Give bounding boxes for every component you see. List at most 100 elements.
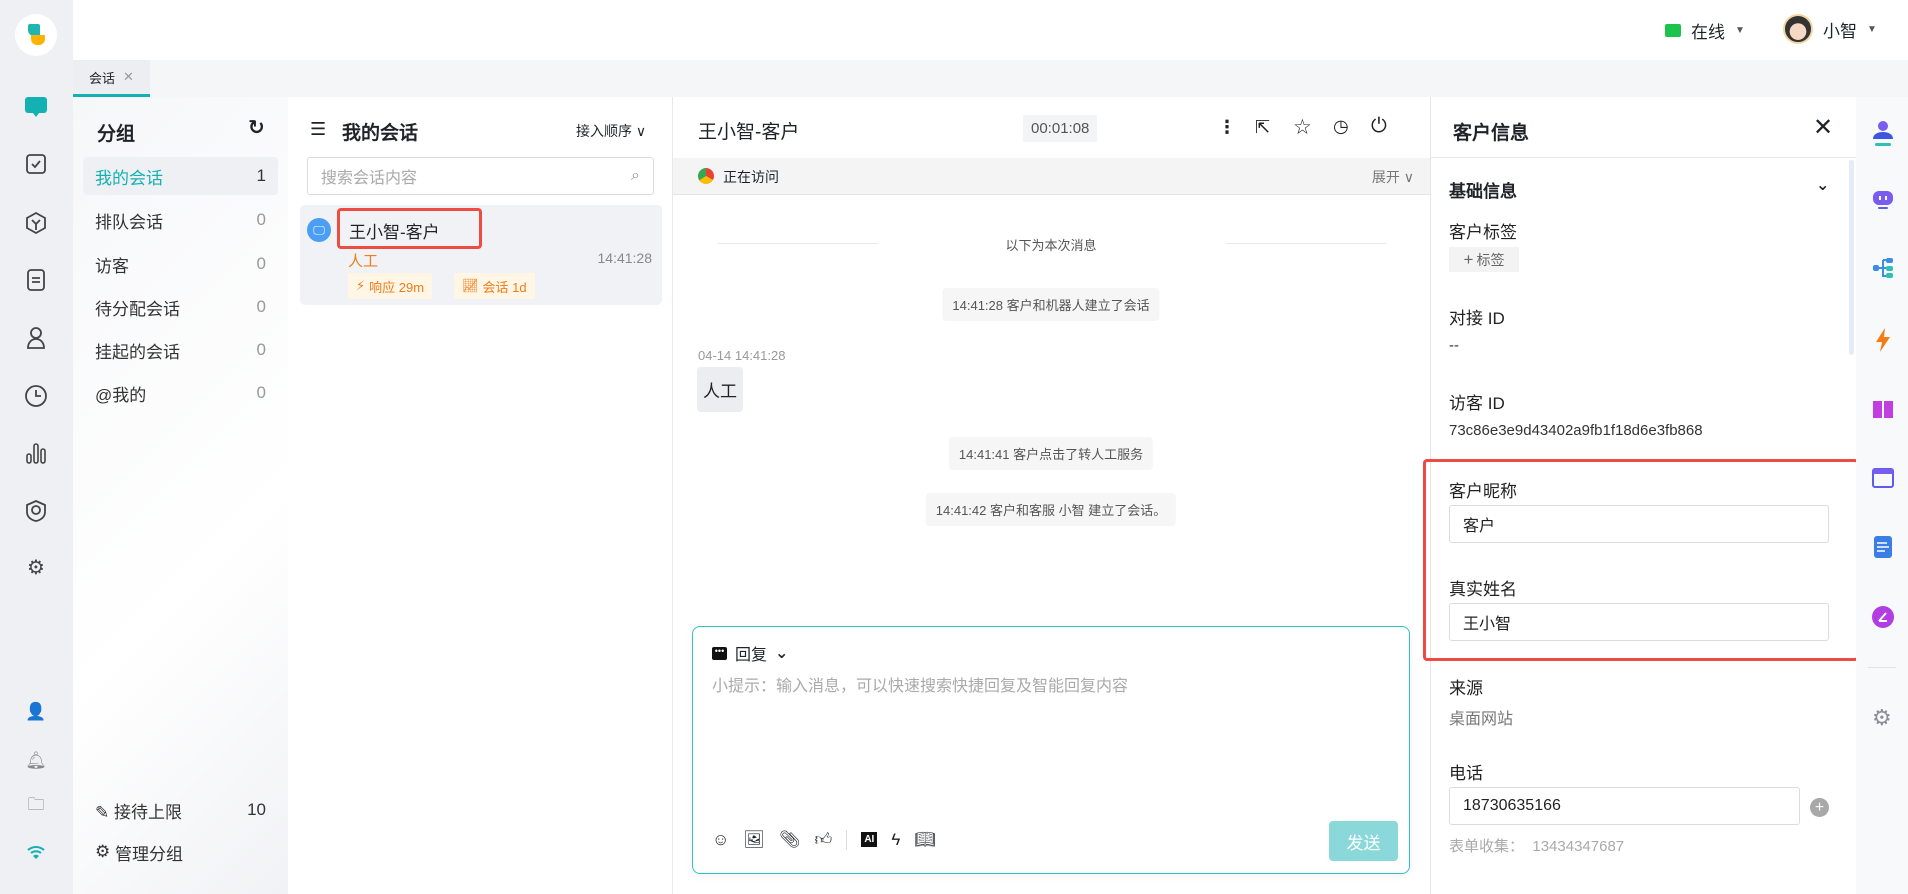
group-item-queue[interactable]: 排队会话 0 [83,201,278,239]
conversation-item[interactable]: 🖵 王小智-客户 人工 14:41:28 ⚡ 响应 29m 📈︎ 会话 1d [300,205,662,305]
knowledge-book-icon[interactable] [1872,399,1894,423]
collapse-list-icon[interactable]: ☰ [310,119,326,140]
system-message: 14:41:42 客户和客服 小智 建立了会话。 [925,493,1177,526]
user-menu[interactable]: 小智 ▼ [1783,14,1877,44]
caret-down-icon: ▼ [1735,25,1745,36]
robot-icon[interactable] [1871,189,1895,215]
settings-nav-icon[interactable]: ⚙ [22,553,50,581]
document-nav-icon[interactable] [22,266,50,294]
task-nav-icon[interactable] [22,150,50,178]
chart-chat-icon: 📈︎ [462,278,479,293]
folder-check-icon[interactable]: 🗀 [22,792,50,820]
statistics-nav-icon[interactable] [22,439,50,467]
edit-icon: ✎ [95,802,114,822]
search-input[interactable]: 搜索会话内容 ⌕ [307,157,654,195]
group-label: 访客 [95,256,129,276]
attachment-icon[interactable]: 📎︎ [779,830,801,850]
group-item-my-conversations[interactable]: 我的会话 1 [83,157,278,195]
group-count: 0 [256,254,266,273]
online-status-dropdown[interactable]: 在线 ▼ [1665,18,1745,43]
chevron-down-icon[interactable]: ⌄ [1816,175,1829,195]
nickname-label: 客户昵称 [1449,482,1517,501]
expand-label: 展开 [1371,169,1400,185]
phone-label: 电话 [1449,764,1483,783]
tab-bar [73,60,1908,97]
lightning-icon[interactable]: ϟ [891,830,900,850]
group-label: 我的会话 [95,168,163,188]
close-icon[interactable]: ✕ [1813,113,1833,142]
dock-id-label: 对接 ID [1449,309,1505,328]
settings-gear-icon[interactable]: ⚙ [1872,705,1892,731]
realname-input[interactable]: 王小智 [1449,603,1829,641]
conversation-name: 王小智-客户 [349,223,440,242]
app-logo [15,14,57,56]
clock-icon[interactable]: ◷ [1333,116,1349,137]
chrome-icon [698,168,714,184]
reply-mode-dropdown[interactable]: ••• 回复 ⌄ [712,641,788,665]
edit-record-icon[interactable] [1871,605,1895,633]
group-item-mentions[interactable]: @我的 0 [83,374,278,412]
toolbar-divider [846,829,848,850]
emoji-icon[interactable]: ☺ [712,830,729,850]
messages-divider-text: 以下为本次消息 [1005,238,1097,253]
close-tab-icon[interactable]: ✕ [123,69,134,85]
lightning-icon: ⚡ [356,278,366,293]
divider [1431,157,1857,158]
notes-icon[interactable] [1873,535,1893,563]
visiting-bar: 正在访问 展开 ∨ [673,158,1430,195]
session-timer: 00:01:08 [1023,115,1098,142]
add-phone-icon[interactable]: + [1810,798,1829,817]
sort-dropdown[interactable]: 接入顺序 ∨ [576,121,646,141]
manage-groups-button[interactable]: ⚙ 管理分组 [83,833,278,871]
tab-conversation[interactable]: 会话 ✕ [73,60,150,97]
customer-nav-icon[interactable] [22,324,50,352]
group-count: 0 [256,340,266,359]
cube-nav-icon[interactable] [22,209,50,237]
session-badge: 📈︎ 会话 1d [454,273,535,299]
top-bar: 在线 ▼ 小智 ▼ [73,0,1908,60]
share-icon[interactable]: ⇱ [1255,117,1270,138]
nickname-value: 客户 [1463,518,1496,535]
conversation-list-panel: ☰ 我的会话 接入顺序 ∨ 搜索会话内容 ⌕ 🖵 王小智-客户 人工 14:41… [288,97,673,894]
group-item-visitors[interactable]: 访客 0 [83,245,278,283]
more-icon[interactable]: ⋮ [1218,117,1236,138]
history-nav-icon[interactable] [22,382,50,410]
image-icon[interactable]: 🖼︎ [743,830,765,850]
thumbs-up-icon[interactable]: 👍︎ [815,829,833,850]
group-title: 分组 [97,124,136,145]
nav-rail: ⚙ 👤 🔔︎ 🗀 [0,0,73,894]
group-item-suspended[interactable]: 挂起的会话 0 [83,331,278,369]
customer-profile-icon[interactable] [1872,119,1894,153]
ai-icon[interactable]: AI [861,832,878,847]
session-badge-text: 会话 1d [482,279,527,295]
group-item-unassigned[interactable]: 待分配会话 0 [83,288,278,326]
realname-label: 真实姓名 [1449,580,1517,599]
chat-nav-icon[interactable] [22,93,50,121]
conversation-type: 人工 [348,253,379,270]
quick-reply-lightning-icon[interactable] [1874,327,1892,357]
message-input[interactable]: 小提示：输入消息，可以快速搜索快捷回复及智能回复内容 [712,672,1392,802]
expand-button[interactable]: 展开 ∨ [1372,167,1414,187]
browser-window-icon[interactable] [1872,467,1894,493]
divider-line [1226,243,1386,244]
add-tag-button[interactable]: + 标签 [1449,247,1519,272]
phone-input[interactable]: 18730635166 [1449,787,1800,825]
message-icon: ••• [712,646,727,660]
avatar [1783,14,1813,44]
bell-icon[interactable]: 🔔︎ [22,747,50,775]
book-icon[interactable]: 📖︎ [914,830,936,850]
tags-label: 客户标签 [1449,223,1517,242]
dock-id-value: -- [1449,337,1459,354]
flow-tree-icon[interactable] [1872,257,1894,283]
scrollbar[interactable] [1849,160,1854,355]
reception-limit[interactable]: ✎ 接待上限 10 [83,791,278,829]
agent-status-icon[interactable]: 👤 [22,698,50,726]
star-icon[interactable]: ☆ [1293,115,1312,140]
security-nav-icon[interactable] [22,497,50,525]
refresh-icon[interactable]: ↻ [248,115,265,140]
power-icon[interactable]: ⏻ [1371,115,1387,138]
reception-limit-value: 10 [247,800,266,819]
nickname-input[interactable]: 客户 [1449,505,1829,543]
manage-groups-label: 管理分组 [114,844,183,864]
send-button[interactable]: 发送 [1329,821,1398,861]
